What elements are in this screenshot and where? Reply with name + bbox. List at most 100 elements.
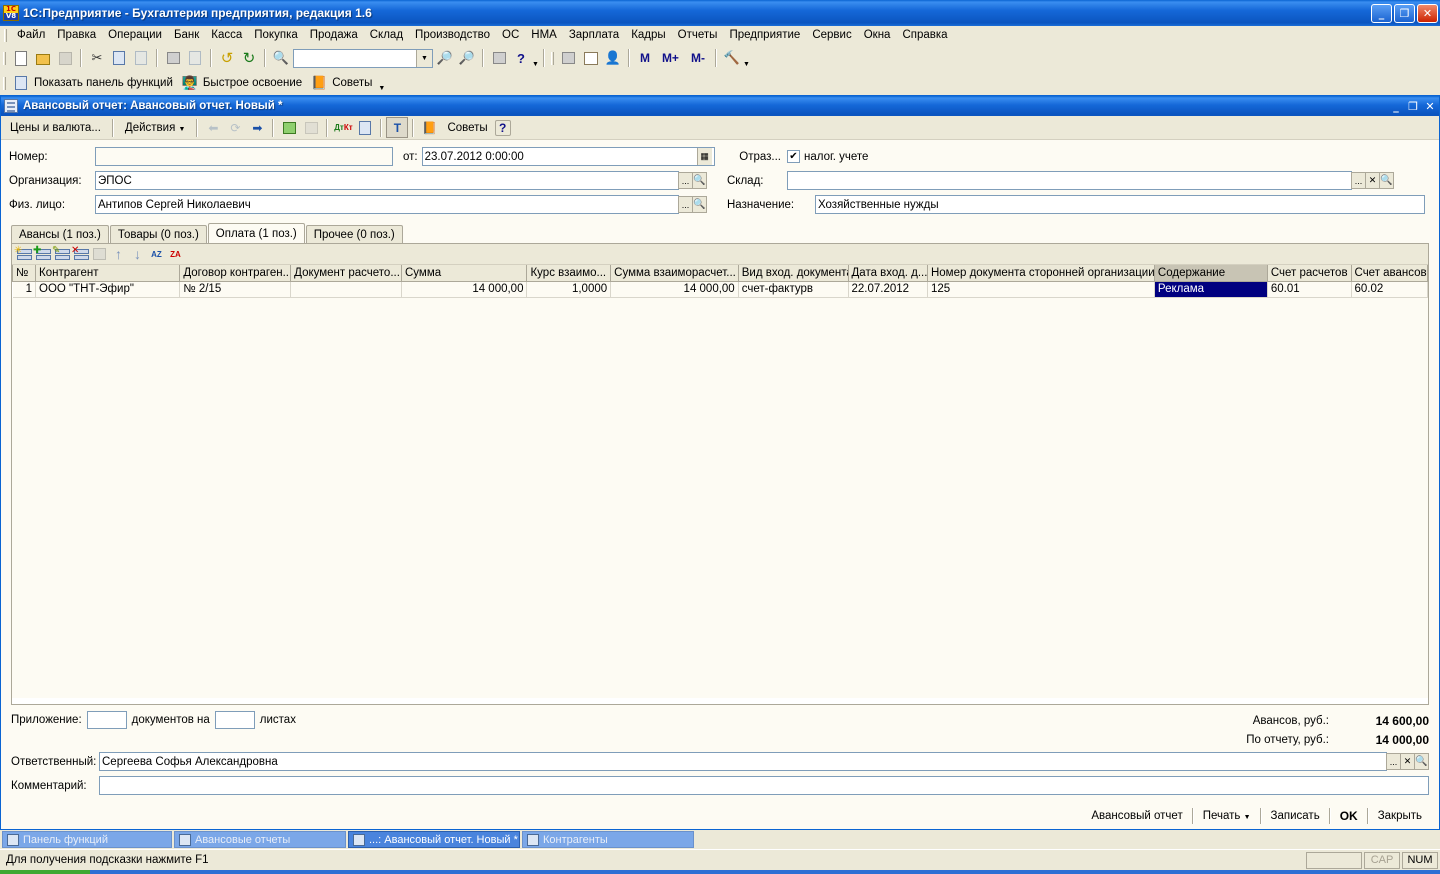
person-open-button[interactable]: 🔍 (692, 196, 707, 213)
menu-item-warehouse[interactable]: Склад (364, 27, 409, 43)
windows-cascade-icon[interactable] (488, 47, 510, 69)
redo-icon[interactable]: ↻ (238, 47, 260, 69)
cell-settlement-doc[interactable] (290, 281, 402, 298)
tips-label[interactable]: Советы (330, 77, 378, 89)
copy-icon[interactable] (108, 47, 130, 69)
new-document-icon[interactable] (10, 47, 32, 69)
paste-icon[interactable] (130, 47, 152, 69)
taskbar-item-advance-report-new[interactable]: ...: Авансовый отчет. Новый * (348, 831, 520, 848)
calendar-icon[interactable] (580, 47, 602, 69)
tips-icon[interactable]: 📙 (308, 72, 330, 94)
warehouse-clear-button[interactable]: ✕ (1365, 172, 1380, 189)
column-header-settlement-doc[interactable]: Документ расчето... (290, 265, 402, 282)
tab-goods[interactable]: Товары (0 поз.) (109, 225, 207, 243)
column-header-doc-type[interactable]: Вид вход. документа (738, 265, 849, 282)
menu-item-salary[interactable]: Зарплата (563, 27, 625, 43)
go-back-icon[interactable]: ⬅ (202, 117, 224, 138)
menu-item-file[interactable]: Файл (11, 27, 51, 43)
memory-add-button[interactable]: M+ (656, 51, 685, 65)
chevron-down-icon[interactable]: ▼ (416, 49, 432, 67)
find-icon[interactable]: 🔍 (270, 47, 292, 69)
menu-item-help[interactable]: Справка (896, 27, 953, 43)
quick-start-icon[interactable]: 👨‍🏫 (179, 72, 201, 94)
post-document-icon[interactable]: ➡ (246, 117, 268, 138)
column-header-doc-date[interactable]: Дата вход. д... (848, 265, 928, 282)
person-select-button[interactable]: ... (678, 196, 693, 213)
memory-subtract-button[interactable]: M- (685, 51, 711, 65)
advance-report-button[interactable]: Авансовый отчет (1082, 807, 1191, 825)
payment-table-grid[interactable]: № Контрагент Договор контраген... Докуме… (12, 265, 1428, 704)
cell-settlement-amount[interactable]: 14 000,00 (610, 281, 739, 298)
functions-toolbar-grip[interactable] (3, 76, 6, 90)
ok-button[interactable]: OK (1331, 806, 1367, 826)
column-header-ext-doc-number[interactable]: Номер документа сторонней организации (927, 265, 1155, 282)
responsible-clear-button[interactable]: ✕ (1400, 753, 1415, 770)
document-tips-label[interactable]: Советы (440, 120, 494, 136)
cell-content-selected[interactable]: Реклама (1154, 281, 1268, 298)
add-row-button[interactable]: ✳ (14, 245, 33, 264)
tab-payment[interactable]: Оплата (1 поз.) (207, 223, 305, 243)
calculator-icon[interactable] (558, 47, 580, 69)
cell-contract[interactable]: № 2/15 (179, 281, 292, 298)
close-button[interactable]: Закрыть (1369, 807, 1431, 825)
comment-input[interactable] (99, 776, 1429, 795)
menu-grip-handle[interactable] (4, 28, 7, 42)
menu-item-bank[interactable]: Банк (168, 27, 205, 43)
settings-tools-icon[interactable]: 🔨 (721, 47, 743, 69)
cell-num[interactable]: 1 (12, 281, 36, 298)
column-header-num[interactable]: № (12, 265, 36, 282)
taskbar-item-advance-reports[interactable]: Авансовые отчеты (174, 831, 346, 848)
column-header-content[interactable]: Содержание (1154, 265, 1268, 282)
function-panel-icon[interactable] (10, 72, 32, 94)
number-input[interactable] (95, 147, 393, 166)
organization-input[interactable]: ЭПОС (95, 171, 679, 190)
menu-item-purchase[interactable]: Покупка (248, 27, 303, 43)
menu-item-intangible-assets[interactable]: НМА (525, 27, 563, 43)
postings-dt-kt-icon[interactable]: Дт Кт (332, 117, 354, 138)
cell-amount[interactable]: 14 000,00 (401, 281, 528, 298)
open-document-icon[interactable] (32, 47, 54, 69)
menu-item-enterprise[interactable]: Предприятие (723, 27, 806, 43)
cell-rate[interactable]: 1,0000 (526, 281, 612, 298)
cell-doc-type[interactable]: счет-фактурв (738, 281, 849, 298)
minimize-button[interactable]: _ (1371, 3, 1392, 23)
find-next-icon[interactable]: 🔎 (434, 47, 456, 69)
tips-icon[interactable]: 📙 (418, 117, 440, 138)
cell-advance-account[interactable]: 60.02 (1351, 281, 1428, 298)
help-icon[interactable]: ? (494, 119, 511, 136)
menu-item-edit[interactable]: Правка (51, 27, 102, 43)
cut-icon[interactable]: ✂ (86, 47, 108, 69)
about-1c-icon[interactable]: ? (510, 47, 532, 69)
move-down-button[interactable]: ↓ (128, 245, 147, 264)
menu-item-service[interactable]: Сервис (806, 27, 857, 43)
toolbar-overflow-caret-1[interactable]: ▼ (532, 61, 539, 68)
sort-descending-button[interactable]: ZA (166, 245, 185, 264)
column-header-settlement-amount[interactable]: Сумма взаиморасчет... (610, 265, 739, 282)
table-row[interactable]: 1 ООО "ТНТ-Эфир" № 2/15 14 000,00 1,0000… (12, 281, 1428, 298)
close-button[interactable]: ✕ (1417, 3, 1438, 23)
memory-recall-button[interactable]: M (634, 51, 656, 65)
taskbar-item-function-panel[interactable]: Панель функций (2, 831, 172, 848)
cell-counterparty[interactable]: ООО "ТНТ-Эфир" (35, 281, 181, 298)
prices-and-currency-button[interactable]: Цены и валюта... (3, 120, 108, 136)
refresh-icon[interactable]: ⟳ (224, 117, 246, 138)
delete-row-button[interactable]: ✕ (71, 245, 90, 264)
calendar-icon[interactable]: ▦ (696, 148, 712, 165)
table-empty-space[interactable] (12, 297, 1428, 698)
person-input[interactable]: Антипов Сергей Николаевич (95, 195, 679, 214)
document-minimize-button[interactable]: _ (1388, 98, 1404, 114)
add-copy-row-button[interactable]: ✚ (33, 245, 52, 264)
tax-accounting-checkbox[interactable]: ✔ (787, 150, 800, 163)
cell-doc-date[interactable]: 22.07.2012 (848, 281, 928, 298)
toolbar-overflow-caret-2[interactable]: ▼ (743, 61, 750, 68)
toolbar-grip-handle-2[interactable] (550, 51, 554, 65)
attachment-sheets-input[interactable] (214, 711, 255, 729)
warehouse-open-button[interactable]: 🔍 (1379, 172, 1394, 189)
document-restore-button[interactable]: ❐ (1405, 98, 1421, 114)
edit-row-button[interactable]: ✎ (52, 245, 71, 264)
responsible-input[interactable]: Сергеева Софья Александровна (99, 752, 1387, 771)
menu-item-fixed-assets[interactable]: ОС (496, 27, 525, 43)
cancel-posting-icon[interactable] (300, 117, 322, 138)
purpose-input[interactable]: Хозяйственные нужды (815, 195, 1425, 214)
responsible-open-button[interactable]: 🔍 (1414, 753, 1429, 770)
